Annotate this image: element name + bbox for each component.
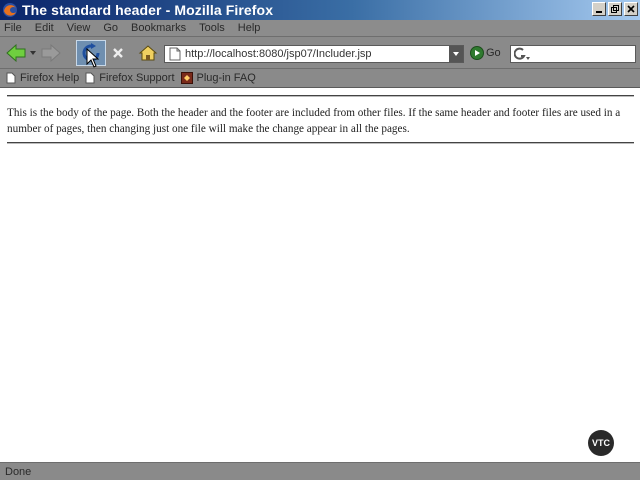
forward-button[interactable] xyxy=(40,42,62,64)
bookmark-firefox-support[interactable]: Firefox Support xyxy=(85,72,175,84)
horizontal-rule xyxy=(7,142,634,144)
window-controls xyxy=(592,2,638,16)
horizontal-rule xyxy=(7,95,634,97)
stop-icon xyxy=(113,48,123,58)
google-search-icon xyxy=(514,47,530,60)
home-button[interactable] xyxy=(136,42,160,64)
status-bar: Done xyxy=(0,462,640,480)
url-input[interactable]: http://localhost:8080/jsp07/Includer.jsp xyxy=(185,48,372,60)
page-icon xyxy=(169,47,181,61)
search-input[interactable] xyxy=(510,45,636,63)
close-button[interactable] xyxy=(624,2,638,16)
page-icon xyxy=(6,72,16,84)
go-button[interactable]: Go xyxy=(470,46,501,60)
page-body-text: This is the body of the page. Both the h… xyxy=(7,107,621,135)
page-icon xyxy=(85,72,95,84)
back-button[interactable] xyxy=(4,42,28,64)
mouse-cursor-icon xyxy=(86,48,100,68)
restore-icon xyxy=(611,5,619,13)
chevron-down-icon xyxy=(30,51,36,55)
bookmarks-toolbar: Firefox Help Firefox Support Plug-in FAQ xyxy=(0,69,640,88)
title-bar[interactable]: The standard header - Mozilla Firefox xyxy=(0,0,640,20)
menu-bookmarks[interactable]: Bookmarks xyxy=(131,22,186,34)
window-title: The standard header - Mozilla Firefox xyxy=(22,2,274,18)
back-arrow-icon xyxy=(6,44,26,62)
home-icon xyxy=(138,45,158,61)
url-history-dropdown[interactable] xyxy=(449,46,463,62)
url-bar[interactable]: http://localhost:8080/jsp07/Includer.jsp xyxy=(164,45,464,63)
minimize-button[interactable] xyxy=(592,2,606,16)
bookmark-label: Firefox Support xyxy=(99,72,175,84)
back-history-dropdown[interactable] xyxy=(28,42,38,64)
plugin-icon xyxy=(180,72,193,84)
menu-tools[interactable]: Tools xyxy=(199,22,225,34)
firefox-icon xyxy=(3,3,17,17)
menu-file[interactable]: File xyxy=(4,22,22,34)
menu-help[interactable]: Help xyxy=(238,22,261,34)
menu-bar: File Edit View Go Bookmarks Tools Help xyxy=(0,20,640,37)
stop-button[interactable] xyxy=(108,42,128,64)
minimize-icon xyxy=(596,11,602,13)
vtc-logo: VTC xyxy=(588,430,614,456)
bookmark-label: Plug-in FAQ xyxy=(196,72,256,84)
menu-view[interactable]: View xyxy=(67,22,91,34)
close-icon xyxy=(627,5,635,13)
bookmark-label: Firefox Help xyxy=(20,72,80,84)
menu-edit[interactable]: Edit xyxy=(35,22,54,34)
forward-arrow-icon xyxy=(41,44,61,62)
maximize-button[interactable] xyxy=(608,2,622,16)
page-content: This is the body of the page. Both the h… xyxy=(0,88,640,462)
bookmark-firefox-help[interactable]: Firefox Help xyxy=(6,72,79,84)
go-label: Go xyxy=(486,47,501,59)
chevron-down-icon xyxy=(453,52,459,56)
status-text: Done xyxy=(5,465,32,478)
go-arrow-icon xyxy=(470,46,484,60)
bookmark-plugin-faq[interactable]: Plug-in FAQ xyxy=(180,72,256,84)
menu-go[interactable]: Go xyxy=(103,22,118,34)
